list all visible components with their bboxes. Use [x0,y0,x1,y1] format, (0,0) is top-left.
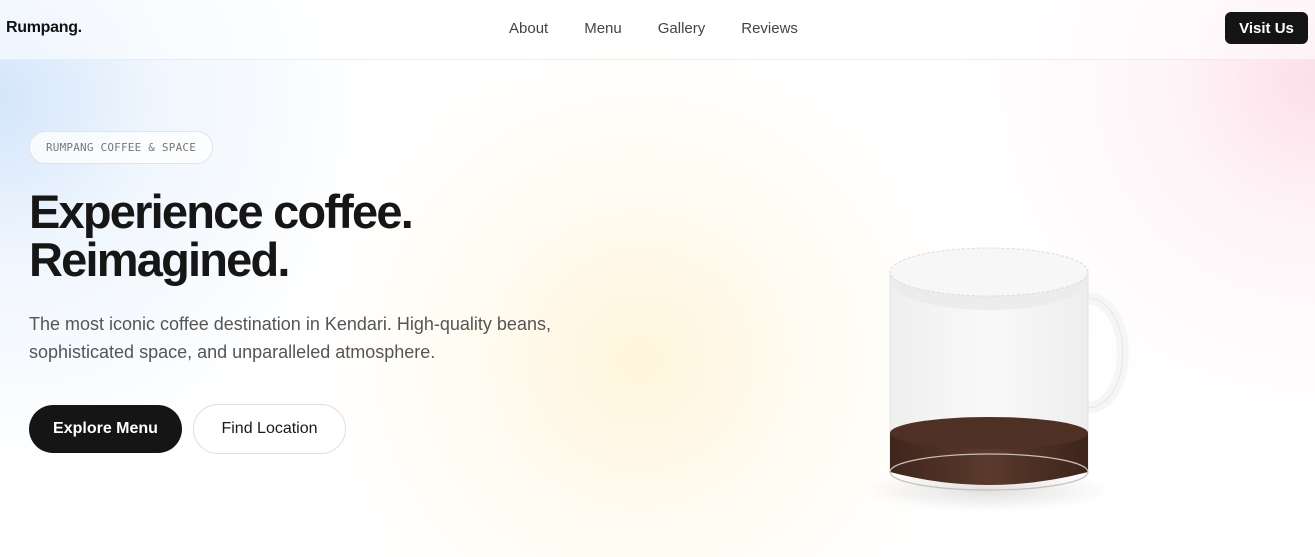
hero-subtitle: The most iconic coffee destination in Ke… [29,314,551,362]
nav-links: About Menu Gallery Reviews [509,20,798,37]
coffee-surface [890,417,1088,449]
headline-line-1: Experience coffee. [29,185,414,238]
brand-logo[interactable]: Rumpang. [6,19,82,37]
cup-handle [1080,292,1129,414]
find-location-button[interactable]: Find Location [193,404,346,454]
nav-link-menu[interactable]: Menu [584,20,622,37]
top-navbar: Rumpang. About Menu Gallery Reviews Visi… [0,0,1315,60]
hero-headline: Experience coffee. Reimagined. [29,188,549,284]
nav-link-reviews[interactable]: Reviews [741,20,798,37]
hero-tag-badge: RUMPANG COFFEE & SPACE [29,131,213,164]
explore-menu-button[interactable]: Explore Menu [29,405,182,453]
coffee-cup-illustration [863,247,1129,512]
headline-line-2: Reimagined. [29,233,290,286]
nav-link-about[interactable]: About [509,20,548,37]
visit-us-button[interactable]: Visit Us [1225,12,1308,44]
cup-lid-top [889,247,1089,297]
nav-link-gallery[interactable]: Gallery [658,20,706,37]
